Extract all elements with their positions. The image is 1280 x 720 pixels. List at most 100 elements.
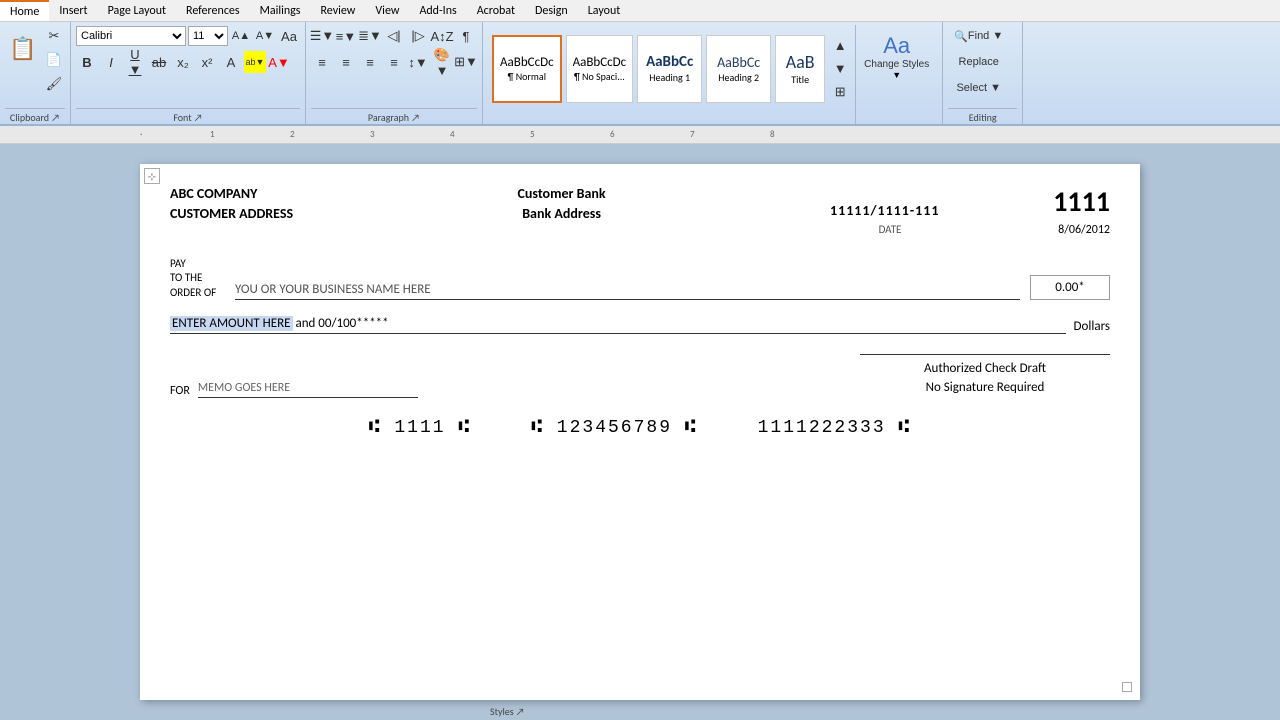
- styles-label: Styles ↗: [490, 705, 525, 718]
- company-name: ABC COMPANY: [170, 184, 293, 204]
- sort-button[interactable]: A↕Z: [431, 25, 453, 47]
- styles-group: AaBbCcDc ¶ Normal AaBbCcDc ¶ No Spaci...…: [483, 22, 943, 124]
- micr-account: ⑆ 123456789 ⑆: [531, 418, 697, 438]
- styles-scroll-down[interactable]: ▼: [829, 58, 851, 80]
- pay-section: PAY TO THE ORDER OF YOU OR YOUR BUSINESS…: [170, 257, 1110, 300]
- strikethrough-button[interactable]: ab: [148, 51, 170, 73]
- menu-bar: Home Insert Page Layout References Maili…: [0, 0, 1280, 22]
- font-family-select[interactable]: Calibri: [76, 26, 186, 46]
- menu-layout[interactable]: Layout: [578, 0, 631, 21]
- styles-more[interactable]: ⊞: [829, 81, 851, 103]
- menu-insert[interactable]: Insert: [49, 0, 97, 21]
- select-button[interactable]: Select ▼: [948, 77, 1009, 99]
- editing-content: 🔍 Find ▼ Replace Select ▼: [948, 25, 1017, 108]
- menu-view[interactable]: View: [365, 0, 409, 21]
- style-heading2-button[interactable]: AaBbCc Heading 2: [706, 35, 771, 103]
- document-area: ⊹ ABC COMPANY CUSTOMER ADDRESS Customer …: [0, 144, 1280, 720]
- copy-button[interactable]: 📄: [43, 49, 65, 71]
- menu-design[interactable]: Design: [525, 0, 578, 21]
- text-effects-button[interactable]: A: [220, 51, 242, 73]
- memo-section: FOR MEMO GOES HERE: [170, 381, 418, 398]
- text-highlight-button[interactable]: ab▼: [244, 51, 266, 73]
- date-label: DATE: [830, 223, 950, 237]
- pay-label: PAY TO THE ORDER OF: [170, 257, 225, 300]
- payee-placeholder: YOU OR YOUR BUSINESS NAME HERE: [235, 282, 431, 297]
- payee-line: YOU OR YOUR BUSINESS NAME HERE: [235, 282, 1020, 300]
- check-document: ⊹ ABC COMPANY CUSTOMER ADDRESS Customer …: [140, 164, 1140, 700]
- decrease-font-button[interactable]: A▼: [254, 25, 276, 47]
- authorized-line1: Authorized Check Draft: [860, 359, 1110, 379]
- styles-scroll-up[interactable]: ▲: [829, 35, 851, 57]
- date-row: DATE 8/06/2012: [830, 223, 1110, 237]
- check-header: ABC COMPANY CUSTOMER ADDRESS Customer Ba…: [170, 184, 1110, 237]
- list-row: ☰▼ ≡▼ ≣▼ ◁| |▷ A↕Z ¶: [311, 25, 477, 47]
- change-case-button[interactable]: Aa: [278, 25, 300, 47]
- underline-button[interactable]: U ▼: [124, 51, 146, 73]
- shading-button[interactable]: 🎨▼: [431, 51, 453, 73]
- editing-group: 🔍 Find ▼ Replace Select ▼ Editing: [943, 22, 1023, 124]
- signature-section: Authorized Check Draft No Signature Requ…: [860, 354, 1110, 398]
- menu-review[interactable]: Review: [310, 0, 365, 21]
- resize-handle[interactable]: [1122, 682, 1132, 692]
- style-normal-button[interactable]: AaBbCcDc ¶ Normal: [492, 35, 562, 103]
- align-right-button[interactable]: ≡: [359, 51, 381, 73]
- show-hide-button[interactable]: ¶: [455, 25, 477, 47]
- clipboard-group: 📋 ✂ 📄 🖌 Clipboard ↗: [0, 22, 71, 124]
- increase-indent-button[interactable]: |▷: [407, 25, 429, 47]
- borders-button[interactable]: ⊞▼: [455, 51, 477, 73]
- font-selectors-row: Calibri 11 A▲ A▼ Aa: [76, 25, 300, 47]
- style-no-spacing-button[interactable]: AaBbCcDc ¶ No Spaci...: [566, 35, 634, 103]
- bank-name: Customer Bank: [517, 184, 605, 204]
- memo-label: FOR: [170, 384, 190, 398]
- replace-button[interactable]: Replace: [948, 51, 1009, 73]
- paragraph-group: ☰▼ ≡▼ ≣▼ ◁| |▷ A↕Z ¶ ≡ ≡ ≡ ≡ ↕▼ 🎨▼ ⊞▼ Pa…: [306, 22, 483, 124]
- increase-font-button[interactable]: A▲: [230, 25, 252, 47]
- font-group: Calibri 11 A▲ A▼ Aa B I U ▼ ab x₂ x² A a…: [71, 22, 306, 124]
- paste-button[interactable]: 📋: [5, 25, 41, 73]
- decrease-indent-button[interactable]: ◁|: [383, 25, 405, 47]
- superscript-button[interactable]: x²: [196, 51, 218, 73]
- micr-line: ⑆ 1111 ⑆ ⑆ 123456789 ⑆ 1111222333 ⑆: [170, 418, 1110, 438]
- amount-text: ENTER AMOUNT HERE: [170, 316, 293, 331]
- check-number-date-section: 11111/1111-111 1111 DATE 8/06/2012: [830, 184, 1110, 237]
- align-center-button[interactable]: ≡: [335, 51, 357, 73]
- bold-button[interactable]: B: [76, 51, 98, 73]
- font-size-select[interactable]: 11: [188, 26, 228, 46]
- bullets-button[interactable]: ☰▼: [311, 25, 333, 47]
- company-info: ABC COMPANY CUSTOMER ADDRESS: [170, 184, 293, 223]
- dollars-label: Dollars: [1074, 319, 1110, 334]
- memo-signature-section: FOR MEMO GOES HERE Authorized Check Draf…: [170, 354, 1110, 398]
- move-handle[interactable]: ⊹: [144, 168, 160, 184]
- format-painter-button[interactable]: 🖌: [43, 73, 65, 95]
- italic-button[interactable]: I: [100, 51, 122, 73]
- bank-info: Customer Bank Bank Address: [517, 184, 605, 223]
- menu-mailings[interactable]: Mailings: [250, 0, 311, 21]
- find-button[interactable]: 🔍 Find ▼: [948, 25, 1009, 47]
- cut-button[interactable]: ✂: [43, 25, 65, 47]
- font-content: Calibri 11 A▲ A▼ Aa B I U ▼ ab x₂ x² A a…: [76, 25, 300, 108]
- font-color-button[interactable]: A▼: [268, 51, 290, 73]
- align-left-button[interactable]: ≡: [311, 51, 333, 73]
- dollars-line: ENTER AMOUNT HERE and 00/100*****: [170, 316, 1066, 334]
- multilevel-list-button[interactable]: ≣▼: [359, 25, 381, 47]
- ruler-marks: · 1 2 3 4 5 6 7 8: [130, 126, 1280, 143]
- change-styles-button[interactable]: Aa Change Styles ▼: [860, 29, 933, 84]
- menu-home[interactable]: Home: [0, 0, 49, 21]
- numbering-button[interactable]: ≡▼: [335, 25, 357, 47]
- style-heading1-button[interactable]: AaBbCc Heading 1: [637, 35, 702, 103]
- routing-check-row: 11111/1111-111 1111: [830, 184, 1110, 219]
- menu-add-ins[interactable]: Add-Ins: [409, 0, 466, 21]
- subscript-button[interactable]: x₂: [172, 51, 194, 73]
- style-title-button[interactable]: AaB Title: [775, 35, 825, 103]
- font-label: Font ↗: [76, 108, 300, 124]
- editing-label: Editing: [948, 108, 1017, 124]
- line-spacing-button[interactable]: ↕▼: [407, 51, 429, 73]
- routing-number: 11111/1111-111: [830, 202, 939, 219]
- justify-button[interactable]: ≡: [383, 51, 405, 73]
- micr-check: 1111222333 ⑆: [758, 418, 912, 438]
- menu-references[interactable]: References: [176, 0, 250, 21]
- menu-acrobat[interactable]: Acrobat: [467, 0, 525, 21]
- menu-page-layout[interactable]: Page Layout: [98, 0, 176, 21]
- amount-text2: and 00/100*****: [293, 316, 389, 331]
- check-number: 1111: [1053, 184, 1110, 219]
